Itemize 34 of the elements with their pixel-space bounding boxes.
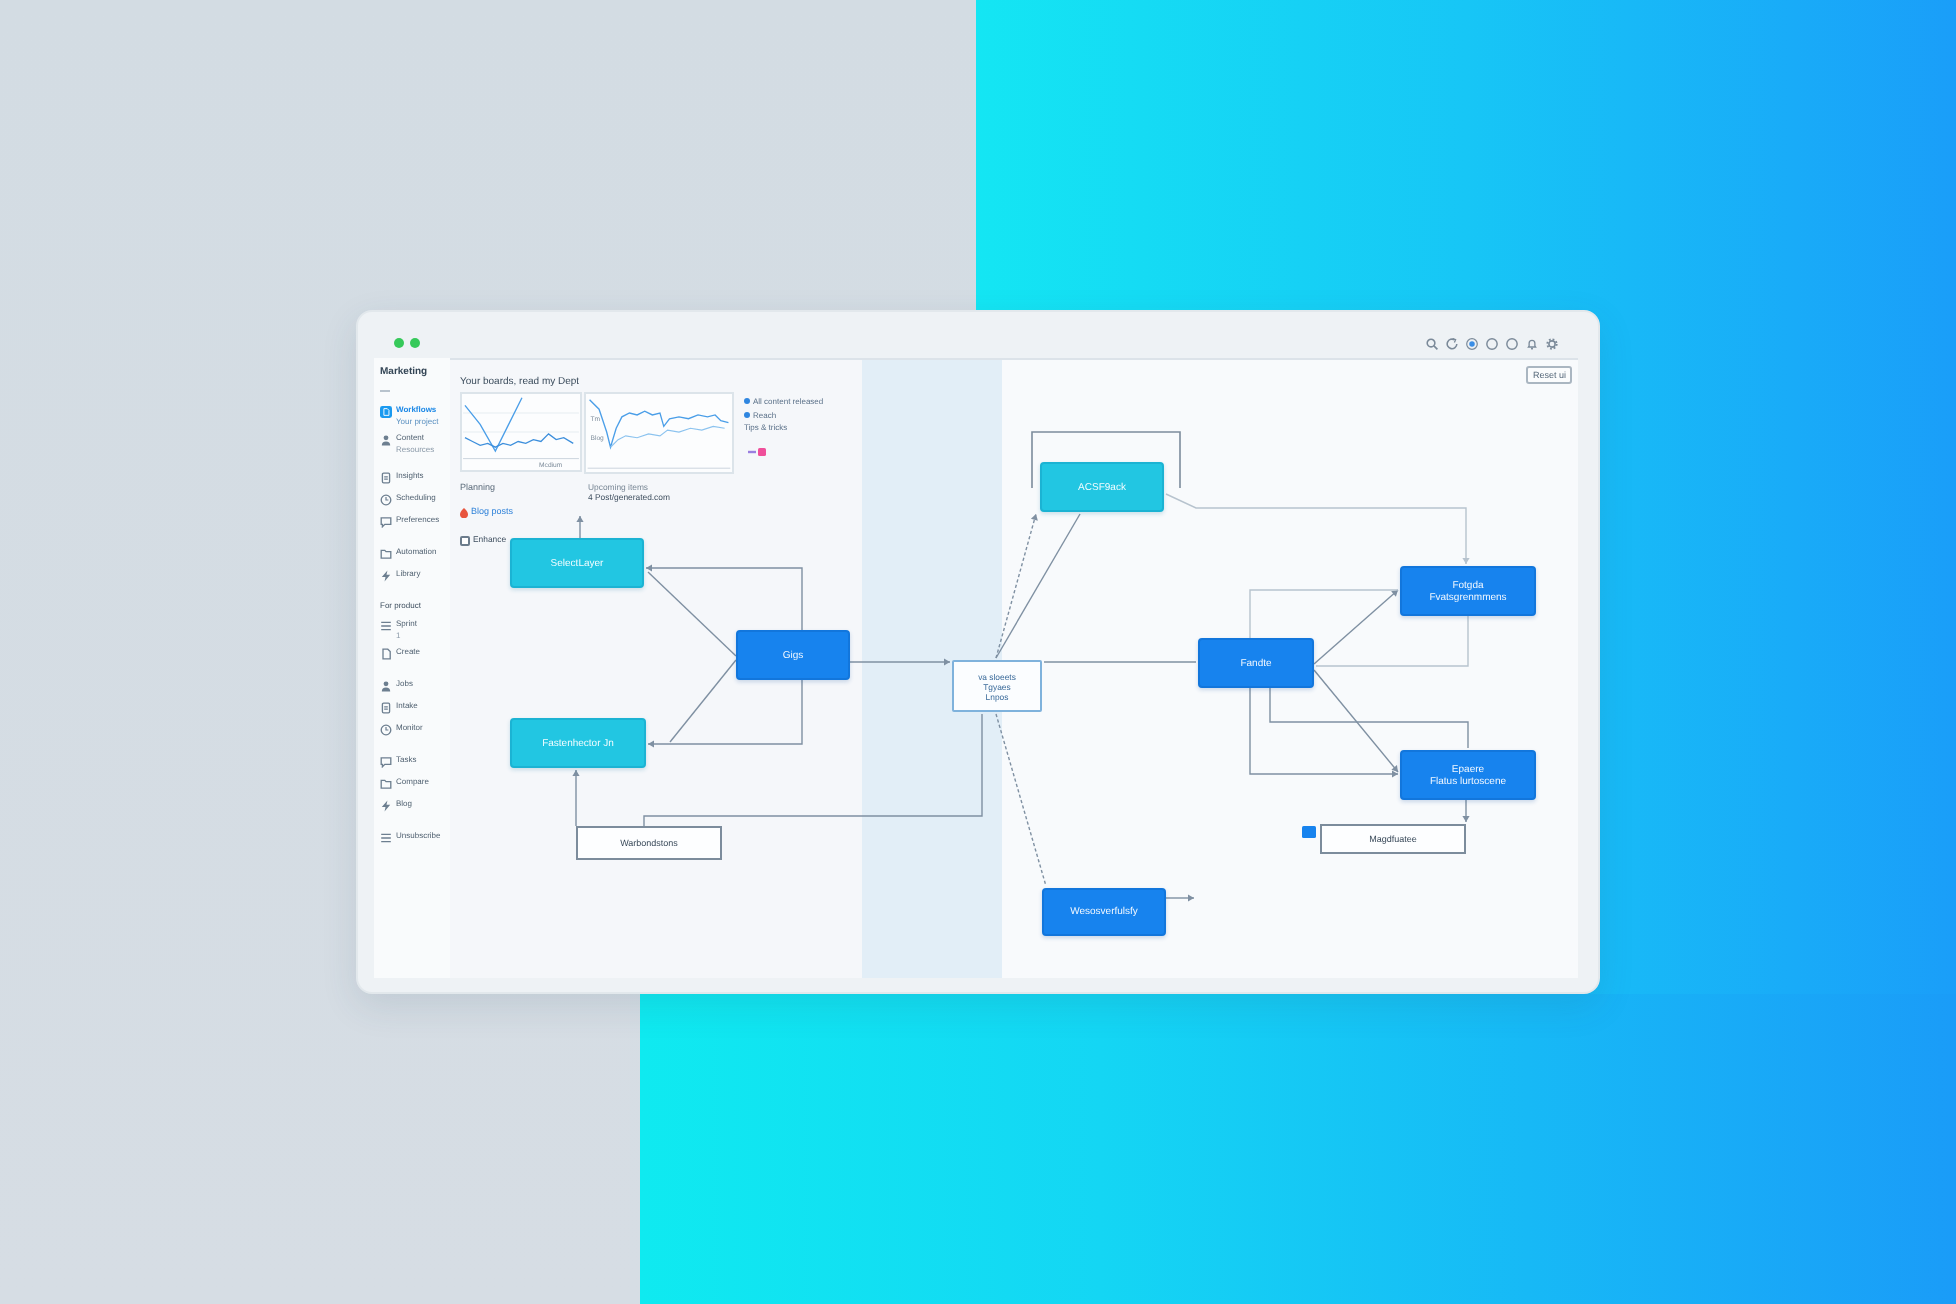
search-icon[interactable] [1426,338,1438,350]
document-icon [380,405,392,417]
record-icon[interactable] [1466,338,1478,350]
legend-swatch-icon [748,447,766,455]
connector [1462,799,1470,823]
connector [1165,894,1195,902]
window-dot-icon[interactable] [410,338,420,348]
list-icon [380,831,392,843]
document-icon [380,647,392,659]
connector [576,515,584,539]
checkbox[interactable] [460,535,470,545]
settings-icon[interactable] [1546,338,1558,350]
window-dot-icon[interactable] [394,338,404,348]
person-icon [380,433,392,445]
chat-icon [380,755,392,767]
bolt-icon [380,569,392,581]
legend-dot-icon [744,398,750,404]
bell-icon[interactable] [1526,338,1538,350]
chat-icon [380,515,392,527]
folder-icon [380,547,392,559]
page-icon [380,701,392,713]
clock-icon [380,493,392,505]
connector [572,769,580,827]
legend-dot-icon [744,411,750,417]
connector [849,658,951,666]
marker-icon [460,507,468,517]
square-icon [1302,826,1316,838]
bolt-icon [380,799,392,811]
clock-icon [380,723,392,735]
refresh-icon[interactable] [1446,338,1458,350]
list-icon [380,619,392,631]
person-icon [380,679,392,691]
folder-icon [380,777,392,789]
page-icon [380,471,392,483]
